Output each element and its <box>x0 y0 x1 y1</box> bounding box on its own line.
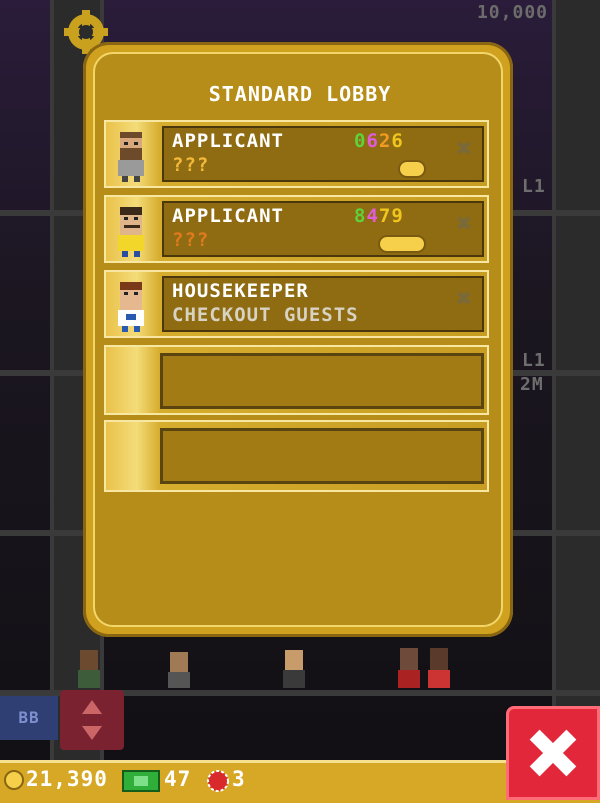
slot-applicant-2[interactable]: APPLICANT ??? 8479 ✖ <box>104 195 489 263</box>
lobby-visitors <box>70 640 550 690</box>
floor-label: L1 <box>522 350 546 371</box>
slot-info: APPLICANT ??? 0626 <box>162 126 484 182</box>
skill-code: 0626 <box>354 130 404 152</box>
skill-digit: 7 <box>378 205 392 227</box>
slot-empty-body <box>160 428 484 484</box>
remove-close-x-icon[interactable]: ✖ <box>456 284 473 314</box>
coin-balance: 21,390 <box>26 767 108 791</box>
floor-label: L1 <box>522 176 546 197</box>
slot-title: APPLICANT <box>172 130 284 152</box>
slot-empty[interactable] <box>104 420 489 492</box>
skill-digit: 6 <box>366 130 379 152</box>
skill-digit: 0 <box>354 130 367 152</box>
skill-digit: 8 <box>354 205 367 227</box>
slot-empty[interactable] <box>104 345 489 415</box>
slot-applicant-1[interactable]: APPLICANT ??? 0626 ✖ <box>104 120 489 188</box>
ticket-balance: 3 <box>232 767 246 791</box>
slot-subtitle: ??? <box>172 154 210 176</box>
slot-subtitle: CHECKOUT GUESTS <box>172 304 359 326</box>
floor-tag-bb: BB <box>0 696 58 740</box>
bux-bill-icon <box>122 770 160 792</box>
housekeeper-avatar-icon <box>118 282 144 332</box>
coin-pill-icon <box>378 235 426 253</box>
tower-height-counter: 10,000 <box>476 2 548 23</box>
bux-balance: 47 <box>164 767 192 791</box>
ticket-icon <box>207 770 229 792</box>
skill-digit: 6 <box>391 130 404 152</box>
slot-title: APPLICANT <box>172 205 284 227</box>
slot-empty-body <box>160 353 484 409</box>
slot-title: HOUSEKEEPER <box>172 280 309 302</box>
panel-title: STANDARD LOBBY <box>208 82 392 106</box>
slot-info: HOUSEKEEPER CHECKOUT GUESTS <box>162 276 484 332</box>
coin-icon <box>4 770 24 790</box>
elevator-shaft-right <box>552 0 600 760</box>
coin-pill-icon <box>398 160 426 178</box>
close-button[interactable] <box>506 706 600 800</box>
skill-code: 8479 <box>354 205 404 227</box>
applicant-avatar-icon <box>118 132 144 182</box>
slot-info: APPLICANT ??? 8479 <box>162 201 484 257</box>
floor-label: 2M <box>520 374 544 395</box>
skill-digit: 4 <box>366 205 379 227</box>
remove-close-x-icon[interactable]: ✖ <box>456 209 473 239</box>
elevator-arrows-button[interactable] <box>60 690 124 750</box>
skill-digit: 2 <box>378 130 392 152</box>
slot-housekeeper[interactable]: HOUSEKEEPER CHECKOUT GUESTS ✖ <box>104 270 489 338</box>
remove-close-x-icon[interactable]: ✖ <box>456 134 473 164</box>
slot-subtitle: ??? <box>172 229 210 251</box>
skill-digit: 9 <box>391 205 404 227</box>
applicant-avatar-icon <box>118 207 144 257</box>
close-icon <box>529 729 577 777</box>
